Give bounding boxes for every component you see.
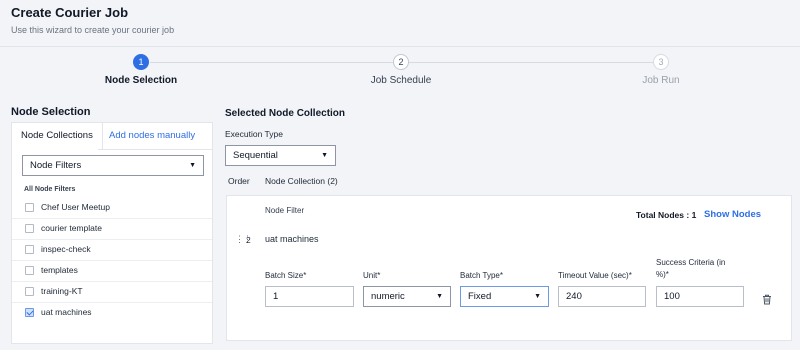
node-selection-title: Node Selection (11, 106, 91, 118)
stepper-line-2 (409, 62, 653, 63)
success-criteria-label-line-1: Success Criteria (in (656, 258, 726, 267)
page-subtitle: Use this wizard to create your courier j… (11, 25, 175, 35)
filter-checkbox[interactable] (25, 287, 34, 296)
all-node-filters-label: All Node Filters (24, 186, 76, 193)
filter-item-inspec-check[interactable]: inspec-check (12, 240, 212, 261)
filter-label: uat machines (41, 307, 92, 317)
filter-label: templates (41, 265, 78, 275)
collection-name: uat machines (265, 234, 319, 244)
execution-type-select[interactable]: Sequential ▼ (225, 145, 336, 166)
timeout-input[interactable]: 240 (558, 286, 646, 307)
tab-node-collections[interactable]: Node Collections (12, 123, 103, 149)
chevron-down-icon: ▼ (534, 293, 541, 300)
stepper-line-1 (150, 62, 393, 63)
batch-size-label: Batch Size* (265, 271, 307, 280)
filter-checkbox[interactable] (25, 266, 34, 275)
header-divider (0, 46, 800, 47)
unit-select-value: numeric (371, 291, 405, 302)
tab-divider (98, 149, 212, 150)
chevron-down-icon: ▼ (321, 152, 328, 159)
success-criteria-label: Success Criteria (in %)* (656, 257, 725, 281)
filter-label: training-KT (41, 286, 83, 296)
chevron-down-icon: ▼ (436, 293, 443, 300)
chevron-down-icon: ▼ (189, 162, 196, 169)
filter-item-uat-machines[interactable]: uat machines (12, 303, 212, 324)
batch-type-label: Batch Type* (460, 271, 503, 280)
column-header-collection: Node Collection (2) (265, 176, 338, 186)
step-3-label: Job Run (642, 75, 680, 86)
execution-type-value: Sequential (233, 150, 278, 161)
batch-type-select[interactable]: Fixed ▼ (460, 286, 549, 307)
filter-item-training-kt[interactable]: training-KT (12, 282, 212, 303)
node-filter-label: Node Filter (265, 206, 305, 215)
show-nodes-link[interactable]: Show Nodes (704, 209, 761, 220)
filter-label: courier template (41, 223, 102, 233)
filter-item-chef-user-meetup[interactable]: Chef User Meetup (12, 198, 212, 219)
filter-label: Chef User Meetup (41, 202, 110, 212)
success-criteria-input[interactable]: 100 (656, 286, 744, 307)
node-filters-select[interactable]: Node Filters ▼ (22, 155, 204, 176)
timeout-label: Timeout Value (sec)* (558, 271, 632, 280)
unit-select[interactable]: numeric ▼ (363, 286, 451, 307)
page-title: Create Courier Job (11, 5, 129, 20)
node-collection-card: Node Filter Total Nodes : 1 Show Nodes ⋮… (226, 195, 792, 341)
filter-checkbox[interactable] (25, 224, 34, 233)
selected-collection-title: Selected Node Collection (225, 108, 346, 119)
trash-icon[interactable] (762, 292, 772, 310)
execution-type-label: Execution Type (225, 129, 283, 139)
step-2-label[interactable]: Job Schedule (371, 75, 432, 86)
unit-label: Unit* (363, 271, 381, 280)
filter-checkbox-checked[interactable] (25, 308, 34, 317)
node-selection-panel: Node Collections Add nodes manually Node… (11, 122, 213, 344)
batch-size-input[interactable]: 1 (265, 286, 354, 307)
tab-add-nodes-manually[interactable]: Add nodes manually (100, 123, 204, 149)
step-1-circle[interactable]: 1 (133, 54, 149, 70)
node-filters-select-value: Node Filters (30, 160, 82, 171)
batch-type-select-value: Fixed (468, 291, 492, 302)
total-nodes-count: Total Nodes : 1 (636, 210, 697, 220)
filter-checkbox[interactable] (25, 245, 34, 254)
column-header-order: Order (228, 176, 250, 186)
filter-item-templates[interactable]: templates (12, 261, 212, 282)
step-2-circle[interactable]: 2 (393, 54, 409, 70)
collection-order: 2 (246, 235, 251, 245)
success-criteria-label-line-2: %)* (656, 270, 669, 279)
step-1-label[interactable]: Node Selection (105, 75, 177, 86)
filter-label: inspec-check (41, 244, 91, 254)
filter-item-courier-template[interactable]: courier template (12, 219, 212, 240)
step-3-circle: 3 (653, 54, 669, 70)
filter-checkbox[interactable] (25, 203, 34, 212)
